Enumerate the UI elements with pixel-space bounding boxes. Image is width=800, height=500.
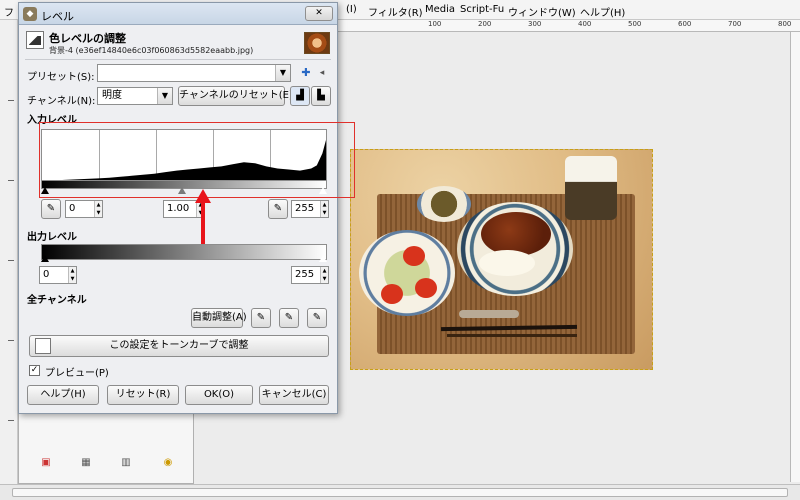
- menu-script-fu[interactable]: Script-Fu: [460, 4, 504, 15]
- input-low-spinbox[interactable]: 0 ▲ ▼: [65, 200, 103, 218]
- levels-dialog: ◆ レベル ✕ 色レベルの調整 背景-4 (e36ef14840e6c03f06…: [18, 2, 355, 414]
- input-high-spinbox[interactable]: 255 ▲ ▼: [291, 200, 329, 218]
- image-photo[interactable]: [350, 149, 653, 370]
- output-high-spinbox[interactable]: 255 ▲ ▼: [291, 266, 329, 284]
- all-channels-title: 全チャンネル: [27, 295, 87, 306]
- rice: [479, 250, 535, 276]
- menu-filters[interactable]: フィルタ(R): [368, 4, 423, 19]
- pick-black-icon[interactable]: ✎: [251, 308, 271, 328]
- spoon: [459, 310, 519, 318]
- output-low-spinbox[interactable]: 0 ▲ ▼: [39, 266, 77, 284]
- small-dish: [417, 186, 471, 222]
- output-high-value: 255: [295, 269, 315, 280]
- cup: [565, 156, 617, 220]
- white-point-picker-icon[interactable]: ✎: [268, 199, 288, 219]
- linear-histogram-icon[interactable]: ▟: [290, 86, 310, 106]
- spin-arrows-icon[interactable]: ▲▼: [320, 201, 328, 217]
- edit-as-curves-label: この設定をトーンカーブで調整: [109, 340, 249, 351]
- preset-combo[interactable]: ▼: [97, 64, 291, 82]
- menu-windows[interactable]: ウィンドウ(W): [508, 4, 576, 19]
- header-subtitle: 背景-4 (e36ef14840e6c03f060863d5582eaabb.j…: [49, 46, 254, 55]
- black-point-picker-icon[interactable]: ✎: [41, 199, 61, 219]
- red-highlight-box: [39, 122, 355, 198]
- channel-reset-button[interactable]: チャンネルのリセット(E): [178, 86, 293, 106]
- input-gamma-value: 1.00: [167, 203, 190, 214]
- spin-arrows-icon[interactable]: ▲▼: [68, 267, 76, 283]
- preview-label[interactable]: プレビュー(P): [45, 364, 109, 379]
- chopsticks: [447, 334, 577, 337]
- levels-icon: [26, 31, 44, 49]
- channel-combo[interactable]: 明度 ▼: [97, 87, 173, 105]
- help-button[interactable]: ヘルプ(H): [27, 385, 99, 405]
- vertical-ruler: [790, 32, 800, 482]
- menu-help[interactable]: ヘルプ(H): [580, 4, 625, 19]
- spin-arrows-icon[interactable]: ▲▼: [320, 267, 328, 283]
- dialog-titlebar[interactable]: ◆ レベル ✕: [19, 3, 337, 25]
- pick-white-icon[interactable]: ✎: [307, 308, 327, 328]
- salad-plate: [359, 230, 455, 316]
- red-arrow-shaft: [201, 201, 205, 245]
- chevron-down-icon[interactable]: ▼: [275, 65, 290, 81]
- output-low-value: 0: [43, 269, 50, 280]
- header-title: 色レベルの調整: [49, 32, 126, 45]
- curry: [481, 212, 551, 256]
- preset-menu-icon[interactable]: ◂: [313, 64, 331, 82]
- horizontal-ruler: 100 200 300 400 500 600 700 800: [336, 20, 800, 32]
- channel-value: 明度: [102, 90, 122, 101]
- auto-button[interactable]: 自動調整(A): [191, 308, 247, 328]
- reset-button[interactable]: リセット(R): [107, 385, 179, 405]
- pick-gray-icon[interactable]: ✎: [279, 308, 299, 328]
- curves-icon: [35, 338, 51, 354]
- horizontal-scrollbar[interactable]: [0, 484, 800, 500]
- output-levels-title: 出力レベル: [27, 232, 77, 243]
- close-button[interactable]: ✕: [305, 6, 333, 21]
- menu-media[interactable]: Media: [425, 4, 455, 15]
- output-white-slider[interactable]: [319, 255, 327, 262]
- ok-button[interactable]: OK(O): [185, 385, 253, 405]
- grid-icon[interactable]: ▦: [81, 458, 91, 468]
- app-icon: ◆: [23, 7, 37, 21]
- separator: [25, 59, 331, 60]
- log-histogram-icon[interactable]: ▙: [311, 86, 331, 106]
- save-icon[interactable]: ▣: [41, 458, 51, 468]
- chevron-down-icon[interactable]: ▼: [157, 88, 172, 104]
- image-thumbnail: [304, 32, 330, 54]
- channel-label: チャンネル(N):: [27, 96, 96, 107]
- left-ruler-strip: [0, 20, 18, 484]
- edit-as-curves-button[interactable]: この設定をトーンカーブで調整: [29, 335, 329, 357]
- tomato: [415, 278, 437, 298]
- cancel-button[interactable]: キャンセル(C): [259, 385, 329, 405]
- output-gradient-bar[interactable]: [41, 244, 327, 260]
- scrollbar-thumb[interactable]: [12, 488, 788, 497]
- menu-partial-hidden[interactable]: (I): [346, 4, 357, 15]
- trash-icon[interactable]: ▥: [121, 458, 131, 468]
- tomato: [381, 284, 403, 304]
- preset-label: プリセット(S):: [27, 72, 95, 83]
- output-black-slider[interactable]: [41, 255, 49, 262]
- tomato: [403, 246, 425, 266]
- preview-checkbox[interactable]: ✓: [29, 365, 40, 376]
- input-low-value: 0: [69, 203, 76, 214]
- reset-icon[interactable]: ◉: [163, 458, 173, 468]
- input-high-value: 255: [295, 203, 315, 214]
- dialog-title: レベル: [41, 10, 74, 23]
- menu-file-partial[interactable]: フ: [4, 4, 14, 19]
- spin-arrows-icon[interactable]: ▲▼: [94, 201, 102, 217]
